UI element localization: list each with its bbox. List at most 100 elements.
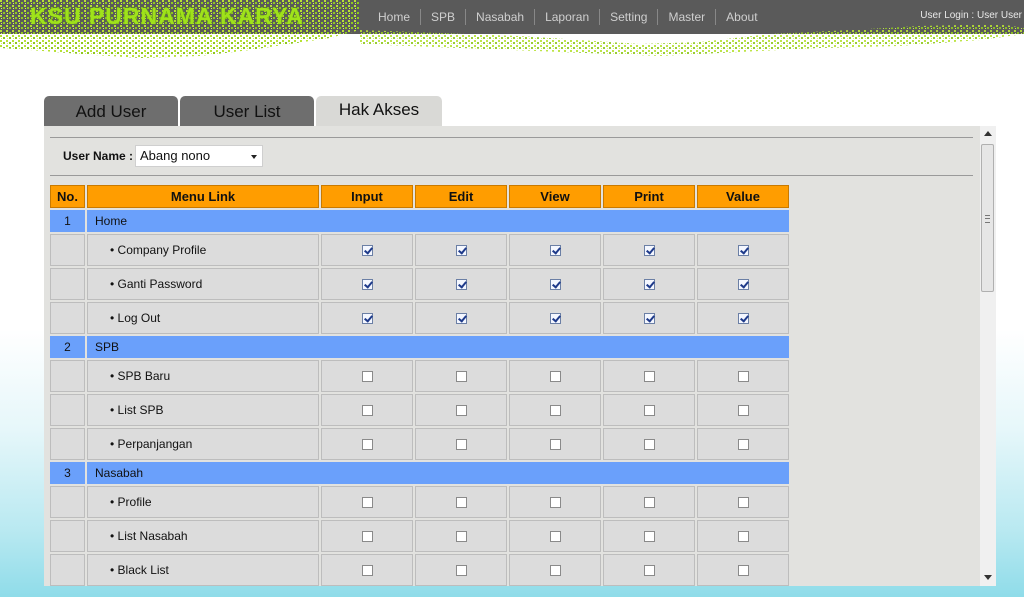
col-header-input: Input [321,185,413,208]
print-checkbox[interactable] [643,245,655,257]
edit-checkbox[interactable] [455,279,467,291]
permission-cell-view [509,554,601,586]
scrollbar-thumb[interactable] [981,144,994,292]
empty-cell [50,234,85,266]
permission-cell-edit [415,486,507,518]
menu-item-row: • List SPB [50,394,789,426]
menu-item-label: • SPB Baru [87,360,319,392]
permission-cell-input [321,394,413,426]
print-checkbox[interactable] [643,371,655,383]
group-name: Nasabah [87,462,789,484]
print-checkbox[interactable] [643,565,655,577]
permission-cell-value [697,302,789,334]
view-checkbox[interactable] [549,245,561,257]
value-checkbox[interactable] [737,497,749,509]
divider [50,137,973,138]
value-checkbox[interactable] [737,439,749,451]
empty-cell [50,554,85,586]
menu-item-label: • Perpanjangan [87,428,319,460]
tab-hak-akses[interactable]: Hak Akses [316,96,442,126]
nav-about[interactable]: About [716,9,767,25]
view-checkbox[interactable] [549,531,561,543]
permission-cell-value [697,554,789,586]
permission-table: No. Menu Link Input Edit View Print Valu… [48,183,791,586]
nav-spb[interactable]: SPB [421,9,467,25]
empty-cell [50,486,85,518]
value-checkbox[interactable] [737,405,749,417]
print-checkbox[interactable] [643,405,655,417]
print-checkbox[interactable] [643,439,655,451]
value-checkbox[interactable] [737,371,749,383]
nav-nasabah[interactable]: Nasabah [466,9,536,25]
view-checkbox[interactable] [549,313,561,325]
input-checkbox[interactable] [361,405,373,417]
edit-checkbox[interactable] [455,371,467,383]
input-checkbox[interactable] [361,531,373,543]
menu-item-row: • Profile [50,486,789,518]
input-checkbox[interactable] [361,497,373,509]
input-checkbox[interactable] [361,245,373,257]
empty-cell [50,520,85,552]
edit-checkbox[interactable] [455,405,467,417]
empty-cell [50,428,85,460]
menu-item-row: • Perpanjangan [50,428,789,460]
group-number: 2 [50,336,85,358]
tab-user-list[interactable]: User List [180,96,314,126]
permission-cell-input [321,360,413,392]
user-name-label: User Name : [63,149,134,163]
view-checkbox[interactable] [549,279,561,291]
edit-checkbox[interactable] [455,497,467,509]
main-nav: Home SPB Nasabah Laporan Setting Master … [368,0,768,34]
edit-checkbox[interactable] [455,439,467,451]
input-checkbox[interactable] [361,371,373,383]
vertical-scrollbar[interactable] [980,126,996,586]
value-checkbox[interactable] [737,279,749,291]
menu-group-row: 3 Nasabah [50,462,789,484]
edit-checkbox[interactable] [455,245,467,257]
nav-laporan[interactable]: Laporan [535,9,601,25]
menu-item-label: • Company Profile [87,234,319,266]
group-name: Home [87,210,789,232]
print-checkbox[interactable] [643,279,655,291]
edit-checkbox[interactable] [455,313,467,325]
input-checkbox[interactable] [361,565,373,577]
empty-cell [50,268,85,300]
nav-master[interactable]: Master [658,9,717,25]
menu-item-row: • SPB Baru [50,360,789,392]
value-checkbox[interactable] [737,531,749,543]
view-checkbox[interactable] [549,497,561,509]
input-checkbox[interactable] [361,439,373,451]
permission-cell-value [697,268,789,300]
value-checkbox[interactable] [737,245,749,257]
permission-cell-view [509,428,601,460]
site-logo[interactable]: KSU PURNAMA KARYA [30,3,304,30]
print-checkbox[interactable] [643,313,655,325]
view-checkbox[interactable] [549,371,561,383]
scroll-up-icon[interactable] [984,131,992,136]
print-checkbox[interactable] [643,497,655,509]
print-checkbox[interactable] [643,531,655,543]
edit-checkbox[interactable] [455,565,467,577]
nav-home[interactable]: Home [368,9,422,25]
nav-setting[interactable]: Setting [600,9,659,25]
menu-item-row: • Log Out [50,302,789,334]
permission-cell-input [321,302,413,334]
value-checkbox[interactable] [737,313,749,325]
input-checkbox[interactable] [361,279,373,291]
user-name-value: Abang nono [140,148,211,163]
view-checkbox[interactable] [549,565,561,577]
user-name-select[interactable]: Abang nono [135,145,263,167]
permission-cell-value [697,360,789,392]
input-checkbox[interactable] [361,313,373,325]
menu-item-label: • Profile [87,486,319,518]
permission-cell-view [509,268,601,300]
permission-cell-print [603,268,695,300]
col-header-menu-link: Menu Link [87,185,319,208]
permission-cell-edit [415,520,507,552]
edit-checkbox[interactable] [455,531,467,543]
value-checkbox[interactable] [737,565,749,577]
scroll-down-icon[interactable] [984,575,992,580]
view-checkbox[interactable] [549,439,561,451]
view-checkbox[interactable] [549,405,561,417]
tab-add-user[interactable]: Add User [44,96,178,126]
